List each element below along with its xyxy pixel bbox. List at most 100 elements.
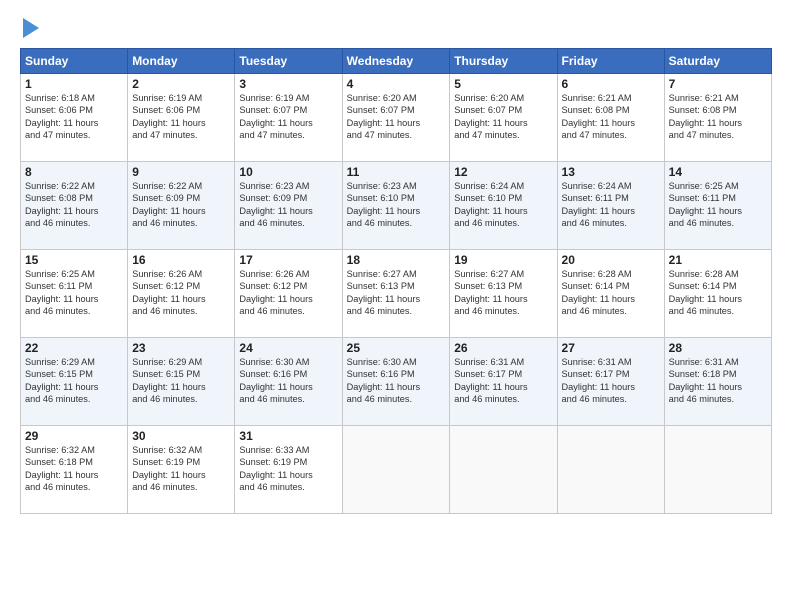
weekday-sunday: Sunday	[21, 49, 128, 74]
week-row-2: 8Sunrise: 6:22 AM Sunset: 6:08 PM Daylig…	[21, 162, 772, 250]
calendar-cell: 9Sunrise: 6:22 AM Sunset: 6:09 PM Daylig…	[128, 162, 235, 250]
calendar-cell: 11Sunrise: 6:23 AM Sunset: 6:10 PM Dayli…	[342, 162, 450, 250]
day-number: 28	[669, 341, 767, 355]
calendar-cell: 2Sunrise: 6:19 AM Sunset: 6:06 PM Daylig…	[128, 74, 235, 162]
day-number: 5	[454, 77, 552, 91]
day-info: Sunrise: 6:18 AM Sunset: 6:06 PM Dayligh…	[25, 92, 123, 142]
day-info: Sunrise: 6:19 AM Sunset: 6:07 PM Dayligh…	[239, 92, 337, 142]
day-info: Sunrise: 6:21 AM Sunset: 6:08 PM Dayligh…	[562, 92, 660, 142]
day-number: 22	[25, 341, 123, 355]
week-row-3: 15Sunrise: 6:25 AM Sunset: 6:11 PM Dayli…	[21, 250, 772, 338]
day-number: 11	[347, 165, 446, 179]
calendar-cell: 6Sunrise: 6:21 AM Sunset: 6:08 PM Daylig…	[557, 74, 664, 162]
weekday-saturday: Saturday	[664, 49, 771, 74]
calendar-cell: 14Sunrise: 6:25 AM Sunset: 6:11 PM Dayli…	[664, 162, 771, 250]
calendar-cell: 23Sunrise: 6:29 AM Sunset: 6:15 PM Dayli…	[128, 338, 235, 426]
day-info: Sunrise: 6:28 AM Sunset: 6:14 PM Dayligh…	[562, 268, 660, 318]
calendar-cell: 16Sunrise: 6:26 AM Sunset: 6:12 PM Dayli…	[128, 250, 235, 338]
calendar-cell: 10Sunrise: 6:23 AM Sunset: 6:09 PM Dayli…	[235, 162, 342, 250]
day-info: Sunrise: 6:25 AM Sunset: 6:11 PM Dayligh…	[25, 268, 123, 318]
weekday-header-row: SundayMondayTuesdayWednesdayThursdayFrid…	[21, 49, 772, 74]
day-info: Sunrise: 6:28 AM Sunset: 6:14 PM Dayligh…	[669, 268, 767, 318]
calendar-cell: 1Sunrise: 6:18 AM Sunset: 6:06 PM Daylig…	[21, 74, 128, 162]
calendar-cell: 8Sunrise: 6:22 AM Sunset: 6:08 PM Daylig…	[21, 162, 128, 250]
calendar-cell: 3Sunrise: 6:19 AM Sunset: 6:07 PM Daylig…	[235, 74, 342, 162]
day-number: 20	[562, 253, 660, 267]
day-info: Sunrise: 6:32 AM Sunset: 6:19 PM Dayligh…	[132, 444, 230, 494]
weekday-friday: Friday	[557, 49, 664, 74]
day-number: 2	[132, 77, 230, 91]
day-number: 13	[562, 165, 660, 179]
day-number: 14	[669, 165, 767, 179]
day-info: Sunrise: 6:31 AM Sunset: 6:18 PM Dayligh…	[669, 356, 767, 406]
day-info: Sunrise: 6:24 AM Sunset: 6:10 PM Dayligh…	[454, 180, 552, 230]
day-number: 26	[454, 341, 552, 355]
calendar-cell: 30Sunrise: 6:32 AM Sunset: 6:19 PM Dayli…	[128, 426, 235, 514]
day-info: Sunrise: 6:29 AM Sunset: 6:15 PM Dayligh…	[25, 356, 123, 406]
day-number: 15	[25, 253, 123, 267]
calendar-cell: 15Sunrise: 6:25 AM Sunset: 6:11 PM Dayli…	[21, 250, 128, 338]
logo	[20, 18, 39, 38]
calendar-cell: 17Sunrise: 6:26 AM Sunset: 6:12 PM Dayli…	[235, 250, 342, 338]
day-info: Sunrise: 6:29 AM Sunset: 6:15 PM Dayligh…	[132, 356, 230, 406]
week-row-1: 1Sunrise: 6:18 AM Sunset: 6:06 PM Daylig…	[21, 74, 772, 162]
calendar-cell: 22Sunrise: 6:29 AM Sunset: 6:15 PM Dayli…	[21, 338, 128, 426]
day-info: Sunrise: 6:25 AM Sunset: 6:11 PM Dayligh…	[669, 180, 767, 230]
day-number: 29	[25, 429, 123, 443]
calendar-cell: 20Sunrise: 6:28 AM Sunset: 6:14 PM Dayli…	[557, 250, 664, 338]
day-info: Sunrise: 6:23 AM Sunset: 6:10 PM Dayligh…	[347, 180, 446, 230]
calendar-cell: 19Sunrise: 6:27 AM Sunset: 6:13 PM Dayli…	[450, 250, 557, 338]
day-info: Sunrise: 6:19 AM Sunset: 6:06 PM Dayligh…	[132, 92, 230, 142]
day-number: 21	[669, 253, 767, 267]
calendar-cell	[557, 426, 664, 514]
week-row-5: 29Sunrise: 6:32 AM Sunset: 6:18 PM Dayli…	[21, 426, 772, 514]
day-number: 6	[562, 77, 660, 91]
logo-arrow-icon	[23, 18, 39, 38]
day-info: Sunrise: 6:26 AM Sunset: 6:12 PM Dayligh…	[239, 268, 337, 318]
day-number: 10	[239, 165, 337, 179]
day-info: Sunrise: 6:26 AM Sunset: 6:12 PM Dayligh…	[132, 268, 230, 318]
day-info: Sunrise: 6:31 AM Sunset: 6:17 PM Dayligh…	[454, 356, 552, 406]
day-info: Sunrise: 6:21 AM Sunset: 6:08 PM Dayligh…	[669, 92, 767, 142]
day-number: 1	[25, 77, 123, 91]
day-number: 12	[454, 165, 552, 179]
page: SundayMondayTuesdayWednesdayThursdayFrid…	[0, 0, 792, 612]
day-number: 4	[347, 77, 446, 91]
calendar-cell: 26Sunrise: 6:31 AM Sunset: 6:17 PM Dayli…	[450, 338, 557, 426]
calendar-cell: 12Sunrise: 6:24 AM Sunset: 6:10 PM Dayli…	[450, 162, 557, 250]
day-info: Sunrise: 6:20 AM Sunset: 6:07 PM Dayligh…	[347, 92, 446, 142]
calendar-cell: 21Sunrise: 6:28 AM Sunset: 6:14 PM Dayli…	[664, 250, 771, 338]
calendar-cell: 7Sunrise: 6:21 AM Sunset: 6:08 PM Daylig…	[664, 74, 771, 162]
calendar-cell	[450, 426, 557, 514]
calendar-cell: 4Sunrise: 6:20 AM Sunset: 6:07 PM Daylig…	[342, 74, 450, 162]
day-info: Sunrise: 6:23 AM Sunset: 6:09 PM Dayligh…	[239, 180, 337, 230]
day-info: Sunrise: 6:22 AM Sunset: 6:09 PM Dayligh…	[132, 180, 230, 230]
day-number: 30	[132, 429, 230, 443]
day-info: Sunrise: 6:33 AM Sunset: 6:19 PM Dayligh…	[239, 444, 337, 494]
day-info: Sunrise: 6:32 AM Sunset: 6:18 PM Dayligh…	[25, 444, 123, 494]
day-number: 18	[347, 253, 446, 267]
day-info: Sunrise: 6:24 AM Sunset: 6:11 PM Dayligh…	[562, 180, 660, 230]
day-info: Sunrise: 6:27 AM Sunset: 6:13 PM Dayligh…	[454, 268, 552, 318]
calendar-cell: 5Sunrise: 6:20 AM Sunset: 6:07 PM Daylig…	[450, 74, 557, 162]
day-number: 3	[239, 77, 337, 91]
header	[20, 18, 772, 38]
calendar-cell: 25Sunrise: 6:30 AM Sunset: 6:16 PM Dayli…	[342, 338, 450, 426]
day-number: 7	[669, 77, 767, 91]
day-info: Sunrise: 6:22 AM Sunset: 6:08 PM Dayligh…	[25, 180, 123, 230]
day-number: 17	[239, 253, 337, 267]
day-number: 27	[562, 341, 660, 355]
calendar-cell: 31Sunrise: 6:33 AM Sunset: 6:19 PM Dayli…	[235, 426, 342, 514]
day-number: 23	[132, 341, 230, 355]
weekday-monday: Monday	[128, 49, 235, 74]
day-info: Sunrise: 6:31 AM Sunset: 6:17 PM Dayligh…	[562, 356, 660, 406]
calendar: SundayMondayTuesdayWednesdayThursdayFrid…	[20, 48, 772, 514]
day-number: 24	[239, 341, 337, 355]
calendar-cell: 28Sunrise: 6:31 AM Sunset: 6:18 PM Dayli…	[664, 338, 771, 426]
calendar-cell: 27Sunrise: 6:31 AM Sunset: 6:17 PM Dayli…	[557, 338, 664, 426]
day-info: Sunrise: 6:30 AM Sunset: 6:16 PM Dayligh…	[347, 356, 446, 406]
day-info: Sunrise: 6:20 AM Sunset: 6:07 PM Dayligh…	[454, 92, 552, 142]
day-number: 9	[132, 165, 230, 179]
calendar-cell: 18Sunrise: 6:27 AM Sunset: 6:13 PM Dayli…	[342, 250, 450, 338]
day-number: 8	[25, 165, 123, 179]
